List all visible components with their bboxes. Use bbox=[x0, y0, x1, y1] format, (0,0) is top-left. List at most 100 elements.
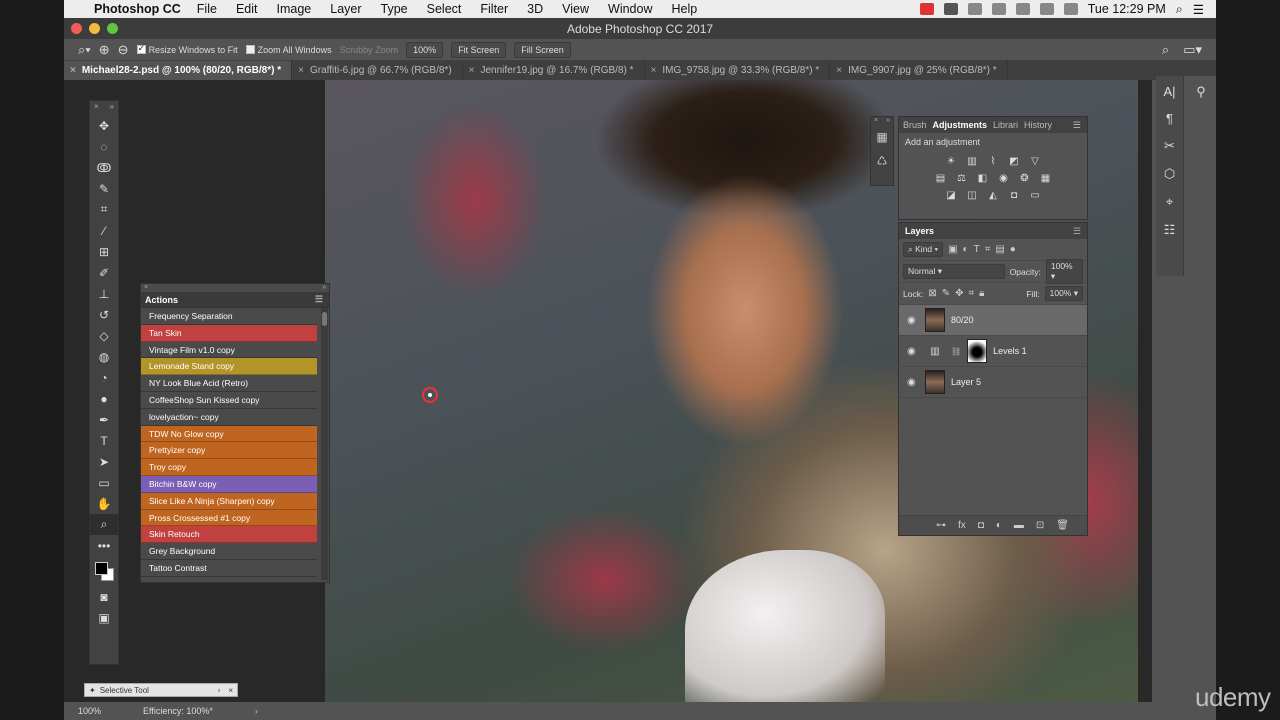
zoom-tool-icon[interactable]: ⌕ bbox=[90, 514, 118, 535]
shape-filter-icon[interactable]: ⌗ bbox=[985, 244, 991, 255]
airplay-icon[interactable] bbox=[967, 3, 982, 15]
type-filter-icon[interactable]: T bbox=[974, 244, 980, 255]
fit-screen-button[interactable]: Fit Screen bbox=[451, 41, 507, 58]
lock-position-icon[interactable]: ✥ bbox=[955, 288, 963, 299]
actions-scrollbar[interactable] bbox=[321, 308, 328, 580]
color-balance-icon[interactable]: ⚖ bbox=[955, 171, 969, 185]
notification-center-icon[interactable]: ☰ bbox=[1193, 2, 1204, 17]
menu-app-name[interactable]: Photoshop CC bbox=[94, 2, 181, 16]
action-item[interactable]: Skin Retouch bbox=[141, 526, 317, 544]
3d-panel-icon[interactable]: ⬡ bbox=[1164, 166, 1175, 182]
close-icon[interactable]: × bbox=[228, 686, 233, 695]
close-tab-icon[interactable]: × bbox=[70, 65, 76, 76]
wifi-icon[interactable] bbox=[1039, 3, 1054, 15]
collapse-icon[interactable]: » bbox=[886, 117, 890, 125]
properties-panel-icon[interactable]: ☷ bbox=[1164, 222, 1176, 238]
invert-icon[interactable]: ◪ bbox=[944, 188, 958, 202]
visibility-eye-icon[interactable]: ◉ bbox=[907, 346, 919, 357]
black-white-icon[interactable]: ◧ bbox=[976, 171, 990, 185]
time-machine-icon[interactable] bbox=[991, 3, 1006, 15]
tab-brush[interactable]: Brush bbox=[903, 120, 927, 130]
collapse-icon[interactable]: » bbox=[110, 102, 114, 114]
layer-name[interactable]: Layer 5 bbox=[951, 377, 981, 387]
hand-tool-icon[interactable]: ✋ bbox=[90, 493, 118, 514]
action-item[interactable]: Bitchin B&W copy bbox=[141, 475, 317, 493]
menu-help[interactable]: Help bbox=[672, 2, 698, 16]
panel-menu-icon[interactable]: ☰ bbox=[315, 294, 323, 305]
gradient-tool-icon[interactable]: ◍ bbox=[90, 346, 118, 367]
action-item[interactable]: Slice Like A Ninja (Sharpen) copy bbox=[141, 492, 317, 510]
action-item[interactable]: Frequency Separation bbox=[141, 308, 317, 325]
color-swatches[interactable] bbox=[90, 556, 118, 586]
layer-row-80-20[interactable]: ◉ 80/20 bbox=[899, 305, 1087, 336]
action-item[interactable]: Lemonade Stand copy bbox=[141, 358, 317, 376]
close-icon[interactable]: × bbox=[874, 117, 878, 125]
eraser-tool-icon[interactable]: ◇ bbox=[90, 325, 118, 346]
tools-presets-icon[interactable]: ✂ bbox=[1164, 138, 1175, 154]
photo-filter-icon[interactable]: ◉ bbox=[997, 171, 1011, 185]
close-tab-icon[interactable]: × bbox=[469, 65, 475, 76]
action-item[interactable]: Troy copy bbox=[141, 459, 317, 476]
zoom-out-icon[interactable]: ⊖ bbox=[118, 42, 129, 58]
menubar-clock[interactable]: Tue 12:29 PM bbox=[1088, 2, 1166, 16]
layer-mask-thumbnail[interactable] bbox=[967, 339, 988, 363]
layer-name[interactable]: Levels 1 bbox=[993, 346, 1027, 356]
action-item[interactable]: CoffeeShop Sun Kissed copy bbox=[141, 391, 317, 409]
fill-field[interactable]: 100% ▾ bbox=[1044, 286, 1083, 301]
pixel-filter-icon[interactable]: ▣ bbox=[948, 244, 957, 255]
posterize-icon[interactable]: ◫ bbox=[965, 188, 979, 202]
tab-img9907[interactable]: × IMG_9907.jpg @ 25% (RGB/8*) * bbox=[830, 61, 1008, 80]
search-icon[interactable]: ⌕ bbox=[1162, 42, 1169, 58]
channels-panel-icon[interactable]: ♺ bbox=[871, 149, 893, 173]
new-adjustment-layer-icon[interactable]: ◐ bbox=[996, 520, 1002, 531]
menu-edit[interactable]: Edit bbox=[236, 2, 258, 16]
quick-select-tool-icon[interactable]: ✎ bbox=[90, 178, 118, 199]
tab-history[interactable]: History bbox=[1024, 120, 1052, 130]
close-tab-icon[interactable]: × bbox=[298, 65, 304, 76]
panel-menu-icon[interactable]: ☰ bbox=[1073, 120, 1081, 131]
smart-object-filter-icon[interactable]: ▤ bbox=[995, 244, 1004, 255]
selective-color-icon[interactable]: ◘ bbox=[1007, 188, 1021, 202]
action-item[interactable]: Pross Crossessed #1 copy bbox=[141, 509, 317, 527]
zoom-value-field[interactable]: 100% bbox=[406, 41, 444, 58]
workspace-icon[interactable]: ▭▾ bbox=[1183, 42, 1202, 58]
layers-panel-title[interactable]: Layers bbox=[905, 226, 934, 236]
action-item[interactable]: TDW No Glow copy bbox=[141, 425, 317, 443]
pen-tool-icon[interactable]: ✒ bbox=[90, 409, 118, 430]
brightness-contrast-icon[interactable]: ☀ bbox=[944, 154, 958, 168]
trash-icon[interactable]: 🗑︎ bbox=[1056, 520, 1069, 531]
zoom-in-icon[interactable]: ⊕ bbox=[99, 42, 110, 58]
visibility-eye-icon[interactable]: ◉ bbox=[907, 315, 919, 326]
layer-name[interactable]: 80/20 bbox=[951, 315, 974, 325]
eyedropper-tool-icon[interactable]: ⁄ bbox=[90, 220, 118, 241]
paths-panel-icon[interactable]: ⌖ bbox=[1166, 194, 1173, 210]
brush-tool-icon[interactable]: ✐ bbox=[90, 262, 118, 283]
foreground-color-swatch[interactable] bbox=[95, 562, 108, 575]
shape-tool-icon[interactable]: ▭ bbox=[90, 472, 118, 493]
channel-mixer-icon[interactable]: ❂ bbox=[1018, 171, 1032, 185]
close-window-button[interactable] bbox=[71, 23, 82, 34]
levels-icon[interactable]: ▥ bbox=[965, 154, 979, 168]
gradient-map-icon[interactable]: ▭ bbox=[1028, 188, 1042, 202]
new-group-icon[interactable]: ▬ bbox=[1014, 520, 1024, 531]
minimize-window-button[interactable] bbox=[89, 23, 100, 34]
collapse-icon[interactable]: » bbox=[322, 284, 326, 292]
lock-transparent-icon[interactable]: ⊠ bbox=[928, 288, 936, 299]
move-tool-icon[interactable]: ✥ bbox=[90, 115, 118, 136]
zoom-tool-icon[interactable]: ⌕▾ bbox=[78, 42, 91, 58]
healing-tool-icon[interactable]: ⊞ bbox=[90, 241, 118, 262]
status-zoom[interactable]: 100% bbox=[78, 706, 101, 716]
creative-cloud-icon[interactable] bbox=[943, 3, 958, 15]
history-brush-tool-icon[interactable]: ↺ bbox=[90, 304, 118, 325]
tab-adjustments[interactable]: Adjustments bbox=[933, 120, 988, 130]
mask-link-icon[interactable]: ⛓ bbox=[951, 347, 961, 356]
vibrance-icon[interactable]: ▽ bbox=[1028, 154, 1042, 168]
threshold-icon[interactable]: ◭ bbox=[986, 188, 1000, 202]
action-item[interactable]: Grey Background bbox=[141, 543, 317, 560]
layer-style-fx-icon[interactable]: fx bbox=[958, 520, 966, 531]
fill-screen-button[interactable]: Fill Screen bbox=[514, 41, 571, 58]
close-icon[interactable]: × bbox=[94, 102, 99, 114]
layer-row-levels-1[interactable]: ◉ ▥ ⛓ Levels 1 bbox=[899, 336, 1087, 367]
close-tab-icon[interactable]: × bbox=[651, 65, 657, 76]
more-tools-icon[interactable]: ••• bbox=[90, 535, 118, 556]
